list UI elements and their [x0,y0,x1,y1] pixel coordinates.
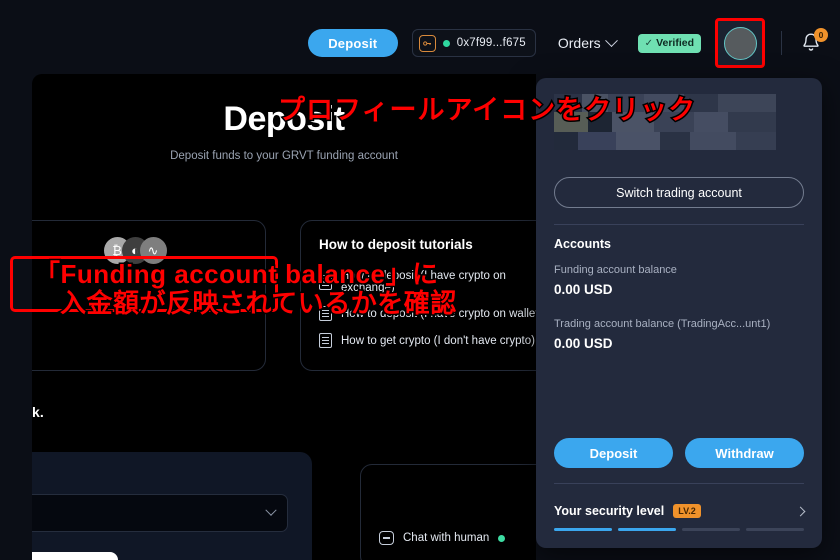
chevron-down-icon [604,33,618,47]
trading-balance-value: 0.00 USD [554,336,613,351]
divider [781,31,782,55]
tutorial-item-label: How to deposit (I have crypto on exchang… [341,270,506,294]
key-icon [418,34,436,52]
verified-badge: ✓ Verified [637,33,701,53]
check-icon: ✓ [644,37,654,49]
select-coin-panel: ct coin ₮ USDT [32,452,312,560]
divider [554,483,804,484]
main-content: Deposit Deposit funds to your GRVT fundi… [32,74,536,560]
tutorials-card: How to deposit tutorials How to deposit … [300,220,536,371]
help-card-title: Still facing problems? [379,481,475,524]
page-subtitle: Deposit funds to your GRVT funding accou… [170,150,398,162]
chat-with-human-label: Chat with human [403,532,490,544]
tutorial-item-label: How to get crypto (I don't have crypto) [341,334,535,347]
document-icon [319,333,332,348]
app-root: Deposit 0x7f99...f675 Orders ✓ Verified [0,0,840,560]
agent-online-dot [498,534,506,542]
document-icon [319,306,332,321]
progress-segment [682,528,740,531]
document-icon [319,274,332,290]
wallet-address-text: 0x7f99...f675 [456,37,526,49]
progress-segment [554,528,612,531]
orders-menu[interactable]: Orders [557,33,618,51]
security-level-badge: LV.2 [673,504,701,518]
tutorial-item[interactable]: How to deposit (I have crypto on wallet) [319,300,536,327]
tutorial-item-label: How to deposit (I have crypto on wallet) [341,307,536,320]
profile-avatar-button[interactable] [715,18,765,68]
progress-segment [746,528,804,531]
chevron-right-icon [795,506,806,516]
panel-deposit-button[interactable]: Deposit [554,438,673,468]
trading-balance-label: Trading account balance (TradingAcc...un… [554,318,771,330]
switch-trading-account-button[interactable]: Switch trading account [554,177,804,208]
chat-bubble-icon [379,531,394,545]
chat-with-human-row[interactable]: Chat with human [379,525,536,551]
page-header: Deposit Deposit funds to your GRVT fundi… [32,74,536,162]
security-level-label: Your security level [554,504,665,518]
coin-icon-3: ∿ [139,237,167,264]
balance-action-buttons: Deposit Withdraw [554,438,804,468]
coins-card: ₿ ◐ ∿ [32,220,266,371]
progress-segment [618,528,676,531]
notification-count-badge: 0 [814,28,828,42]
selected-coin-label: USDT [32,506,258,521]
connection-status-dot [442,39,450,47]
divider [554,224,804,225]
topbar-deposit-button[interactable]: Deposit [307,29,398,57]
tutorial-item[interactable]: How to deposit (I have crypto on exchang… [319,264,536,300]
coin-select-dropdown[interactable]: ₮ USDT [32,494,288,532]
accounts-section-title: Accounts [554,237,611,251]
chevron-down-icon [265,504,277,516]
network-note: e Arbitrum network. [32,404,44,420]
orders-label: Orders [557,35,601,51]
user-info-mosaic [554,94,776,150]
deposit-qr-code [32,552,118,560]
page-title: Deposit [223,100,345,138]
tutorial-item[interactable]: How to get crypto (I don't have crypto) [319,327,536,354]
panel-withdraw-button[interactable]: Withdraw [685,438,804,468]
verified-label: Verified [656,37,694,49]
account-dropdown-panel: Switch trading account Accounts Funding … [536,78,822,548]
funding-balance-label: Funding account balance [554,264,677,276]
tutorials-title: How to deposit tutorials [319,237,473,252]
security-level-row[interactable]: Your security level LV.2 [554,504,806,518]
notifications-button[interactable]: 0 [800,28,828,56]
select-coin-label: ct coin [32,472,288,484]
funding-balance-value: 0.00 USD [554,282,613,297]
wallet-address-chip[interactable]: 0x7f99...f675 [411,29,536,57]
card-row: ₿ ◐ ∿ How to deposit tutorials How to de… [32,220,536,371]
help-card: Still facing problems? Chat with human [360,464,536,560]
security-level-progress [554,528,804,531]
coin-icon-stack: ₿ ◐ ∿ [32,237,247,264]
avatar [723,26,757,60]
